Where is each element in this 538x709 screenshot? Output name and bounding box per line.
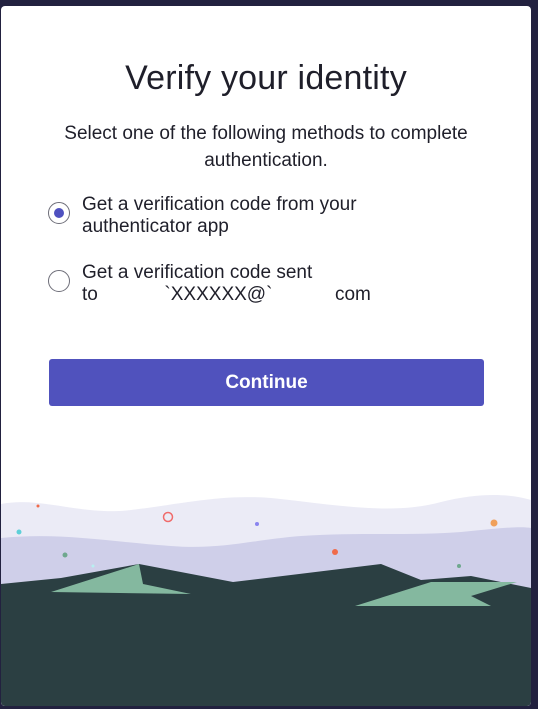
option-email-code-line1: Get a verification code sent [82, 262, 313, 283]
masked-email: `XXXXXX@` [164, 284, 273, 305]
instruction-text: Select one of the following methods to c… [64, 123, 468, 171]
verify-identity-dialog: Verify your identity Select one of the f… [1, 6, 531, 706]
confetti-dot [457, 564, 461, 568]
option-email-code-label: Get a verification code sent to `XXXXXX@… [82, 262, 412, 306]
confetti-dot [16, 529, 22, 535]
option-authenticator-app-line2: authenticator app [82, 216, 229, 237]
option-authenticator-app-line1: Get a verification code from your [82, 194, 357, 215]
confetti-dot [91, 564, 95, 568]
radio-selected-dot [53, 207, 64, 218]
option-authenticator-app-label: Get a verification code from your authen… [82, 194, 412, 238]
confetti-dot [490, 519, 498, 527]
radio-authenticator-app[interactable] [48, 202, 70, 224]
confetti-dot [332, 549, 338, 555]
radio-email-code[interactable] [48, 270, 70, 292]
landscape-illustration [1, 495, 531, 706]
option-email-code-line2: to `XXXXXX@` com [82, 284, 412, 306]
continue-button[interactable]: Continue [49, 359, 484, 406]
email-suffix: com [334, 284, 371, 305]
confetti-dot [36, 504, 40, 508]
page-title: Verify your identity [125, 59, 407, 97]
email-prefix: to [82, 284, 98, 305]
confetti-dot [255, 522, 259, 526]
confetti-dot [62, 552, 68, 558]
